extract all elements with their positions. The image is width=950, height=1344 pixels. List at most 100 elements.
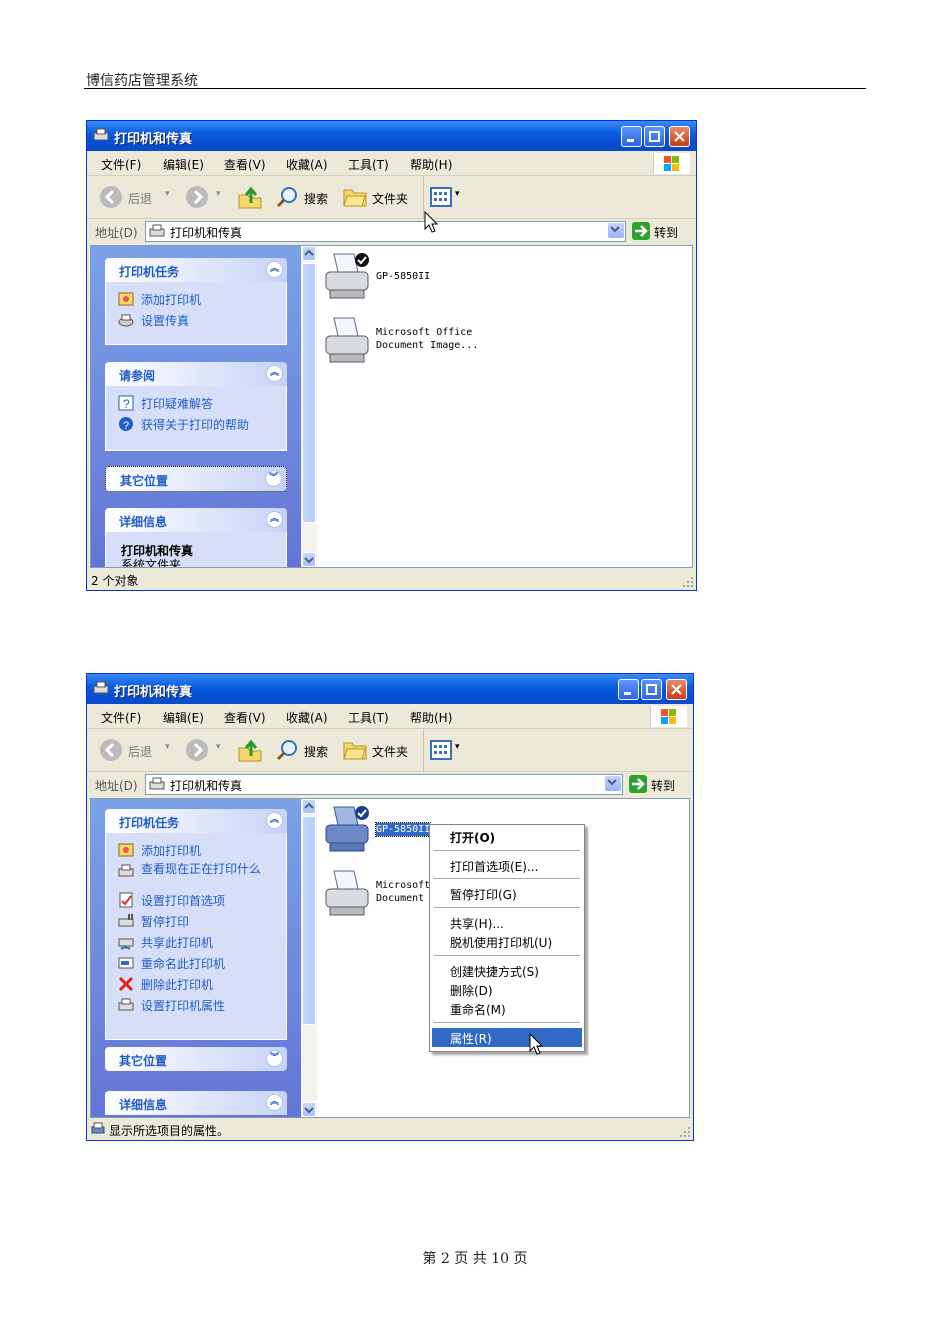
go-button[interactable]: 转到 [627, 774, 687, 794]
collapse-icon[interactable]: ︽ [266, 365, 283, 382]
back-button[interactable]: 后退 ▾ [97, 176, 170, 218]
task-pane-scrollbar[interactable] [301, 246, 317, 567]
maximize-button[interactable] [641, 679, 662, 700]
forward-dropdown-icon[interactable]: ▾ [216, 742, 221, 752]
ctx-printing-preferences[interactable]: 打印首选项(E)... [432, 856, 582, 875]
up-folder-button[interactable] [235, 176, 265, 218]
address-dropdown-button[interactable] [605, 776, 621, 791]
expand-icon[interactable]: ︾ [266, 1050, 283, 1067]
scroll-thumb[interactable] [302, 263, 316, 523]
folders-button[interactable]: 文件夹 [341, 729, 411, 771]
task-add-printer[interactable]: 添加打印机 [106, 288, 286, 309]
help-book-icon: ? [118, 395, 134, 411]
task-share-printer[interactable]: 共享此打印机 [106, 931, 286, 952]
close-button[interactable] [666, 679, 687, 700]
menu-help[interactable]: 帮助(H) [410, 709, 452, 726]
menu-help[interactable]: 帮助(H) [410, 156, 452, 173]
menu-tools[interactable]: 工具(T) [348, 709, 389, 726]
back-button[interactable]: 后退 ▾ [97, 729, 170, 771]
go-arrow-icon [632, 222, 650, 240]
forward-button[interactable]: ▾ [183, 729, 223, 771]
views-dropdown-icon[interactable]: ▾ [455, 742, 460, 752]
ctx-pause-printing[interactable]: 暂停打印(G) [432, 884, 582, 903]
views-icon [430, 187, 452, 207]
ctx-label: 创建快捷方式(S) [450, 965, 539, 979]
scroll-down-button[interactable] [302, 552, 316, 567]
window-title: 打印机和传真 [114, 132, 193, 147]
collapse-icon[interactable]: ︽ [266, 812, 283, 829]
forward-button[interactable]: ▾ [183, 176, 223, 218]
menu-tools[interactable]: 工具(T) [348, 156, 389, 173]
search-button[interactable]: 搜索 [273, 176, 331, 218]
resize-grip-icon[interactable] [682, 576, 694, 588]
title-bar[interactable]: 打印机和传真 [87, 121, 696, 151]
scroll-up-button[interactable] [302, 246, 316, 261]
collapse-icon[interactable]: ︽ [266, 1094, 283, 1111]
task-pane-scrollbar[interactable] [301, 799, 317, 1117]
ctx-use-offline[interactable]: 脱机使用打印机(U) [432, 932, 582, 951]
menu-favorites[interactable]: 收藏(A) [286, 709, 328, 726]
printer-tasks-header[interactable]: 打印机任务 ︽ [105, 258, 287, 282]
scroll-up-button[interactable] [302, 799, 316, 814]
ctx-rename[interactable]: 重命名(M) [432, 999, 582, 1018]
menu-file[interactable]: 文件(F) [101, 156, 141, 173]
task-print-help[interactable]: ? 获得关于打印的帮助 [106, 413, 286, 434]
see-also-header[interactable]: 请参阅 ︽ [105, 362, 287, 386]
task-printer-properties[interactable]: 设置打印机属性 [106, 994, 286, 1015]
file-item-printer-2[interactable]: Microsoft Office Document Image... [318, 312, 578, 368]
ctx-sharing[interactable]: 共享(H)... [432, 913, 582, 932]
task-troubleshoot[interactable]: ? 打印疑难解答 [106, 392, 286, 413]
collapse-icon[interactable]: ︽ [266, 261, 283, 278]
task-label: 重命名此打印机 [141, 957, 226, 971]
views-button[interactable]: ▾ [423, 729, 464, 771]
close-button[interactable] [669, 126, 690, 147]
ctx-properties[interactable]: 属性(R) [432, 1028, 582, 1047]
menu-edit[interactable]: 编辑(E) [163, 156, 204, 173]
task-add-printer[interactable]: 添加打印机 [106, 839, 286, 860]
forward-dropdown-icon[interactable]: ▾ [216, 189, 221, 199]
ctx-open[interactable]: 打开(O) [432, 827, 582, 846]
folders-button[interactable]: 文件夹 [341, 176, 411, 218]
task-setup-fax[interactable]: 设置传真 [106, 309, 286, 330]
printer-tasks-header[interactable]: 打印机任务 ︽ [105, 809, 287, 833]
menu-file[interactable]: 文件(F) [101, 709, 141, 726]
expand-icon[interactable]: ︾ [265, 470, 282, 487]
up-folder-button[interactable] [235, 729, 265, 771]
search-button[interactable]: 搜索 [273, 729, 331, 771]
back-dropdown-icon[interactable]: ▾ [165, 742, 170, 752]
scroll-down-button[interactable] [302, 1102, 316, 1117]
menu-view[interactable]: 查看(V) [224, 709, 266, 726]
views-dropdown-icon[interactable]: ▾ [455, 189, 460, 199]
other-places-header[interactable]: 其它位置 ︾ [105, 466, 287, 492]
details-header[interactable]: 详细信息 ︽ [105, 508, 287, 532]
details-panel: 详细信息 ︽ 打印机和传真 系统文件夹 [105, 508, 287, 567]
scroll-thumb[interactable] [302, 816, 316, 1025]
task-pause-printing[interactable]: 暂停打印 [106, 910, 286, 931]
task-view-queue[interactable]: 查看现在正在打印什么 [106, 860, 286, 889]
add-printer-icon [118, 292, 134, 306]
task-delete-printer[interactable]: 删除此打印机 [106, 973, 286, 994]
menu-edit[interactable]: 编辑(E) [163, 709, 204, 726]
back-dropdown-icon[interactable]: ▾ [165, 189, 170, 199]
collapse-icon[interactable]: ︽ [266, 511, 283, 528]
menu-view[interactable]: 查看(V) [224, 156, 266, 173]
other-places-header[interactable]: 其它位置 ︾ [105, 1047, 287, 1071]
ctx-delete[interactable]: 删除(D) [432, 980, 582, 999]
minimize-button[interactable] [618, 679, 639, 700]
title-bar[interactable]: 打印机和传真 [87, 674, 693, 704]
menu-favorites[interactable]: 收藏(A) [286, 156, 328, 173]
minimize-button[interactable] [621, 126, 642, 147]
details-header[interactable]: 详细信息 ︽ [105, 1091, 287, 1115]
address-input[interactable]: 打印机和传真 [145, 221, 626, 242]
file-list: GP-5850II Microsoft Office Document Imag… [318, 246, 692, 567]
resize-grip-icon[interactable] [679, 1126, 691, 1138]
ctx-create-shortcut[interactable]: 创建快捷方式(S) [432, 961, 582, 980]
address-dropdown-button[interactable] [608, 223, 624, 238]
task-printing-preferences[interactable]: 设置打印首选项 [106, 889, 286, 910]
search-label: 搜索 [304, 745, 329, 759]
file-item-printer-1[interactable]: GP-5850II [318, 248, 578, 304]
task-rename-printer[interactable]: 重命名此打印机 [106, 952, 286, 973]
address-input[interactable]: 打印机和传真 [145, 774, 623, 795]
maximize-button[interactable] [644, 126, 665, 147]
go-button[interactable]: 转到 [630, 221, 690, 241]
